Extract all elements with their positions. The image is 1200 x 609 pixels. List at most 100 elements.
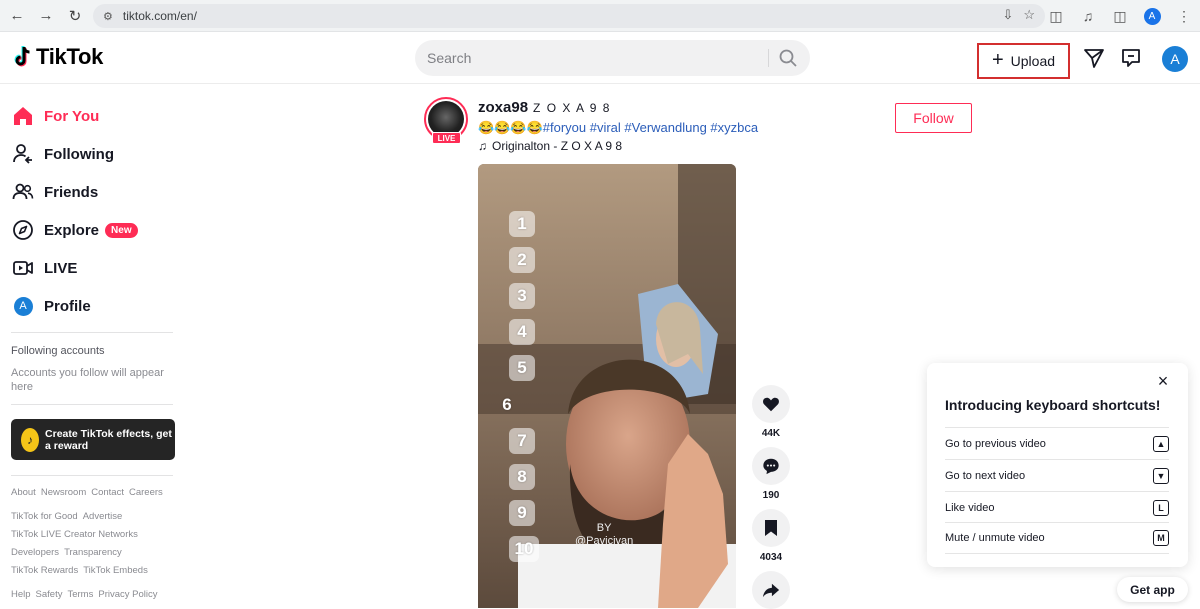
upload-label: Upload — [1010, 53, 1056, 69]
upload-button[interactable]: + Upload — [977, 43, 1070, 79]
sidebar-item-label: Friends — [44, 183, 99, 201]
address-bar[interactable]: ⚙ tiktok.com/en/ ⇩ ☆ — [93, 4, 1045, 28]
following-accounts-title: Following accounts — [11, 345, 105, 357]
overlay-number: 10 — [509, 536, 539, 562]
live-icon — [13, 261, 33, 275]
send-icon[interactable] — [1083, 47, 1105, 69]
footer-row: Help Safety Terms Privacy Policy — [11, 589, 157, 600]
friends-icon — [12, 183, 34, 200]
footer-link[interactable]: About — [11, 487, 36, 498]
footer-link[interactable]: Advertise — [83, 511, 123, 522]
sidebar-item-live[interactable]: LIVE — [12, 257, 77, 279]
caption-hashtags[interactable]: #foryou #viral #Verwandlung #xyzbca — [543, 120, 758, 135]
profile-avatar: A — [13, 296, 33, 316]
install-app-icon[interactable]: ⇩ — [1002, 7, 1013, 23]
footer-link[interactable]: TikTok for Good — [11, 511, 78, 522]
footer-row: TikTok for Good Advertise — [11, 511, 122, 522]
user-avatar[interactable]: A — [1162, 46, 1188, 72]
follow-button[interactable]: Follow — [895, 103, 972, 133]
video-watermark: BY @Pavicivan — [575, 522, 633, 548]
sidebar-item-explore[interactable]: Explore New — [12, 219, 138, 241]
forward-icon[interactable]: → — [33, 3, 59, 29]
shortcut-row: Mute / unmute video M — [945, 522, 1169, 554]
footer-link[interactable]: Help — [11, 589, 31, 600]
reload-icon[interactable]: ↻ — [62, 3, 88, 29]
footer-link[interactable]: Privacy Policy — [98, 589, 157, 600]
overlay-number: 5 — [509, 355, 535, 381]
footer-link[interactable]: TikTok Embeds — [83, 565, 148, 576]
browser-toolbar: ← → ↻ ⚙ tiktok.com/en/ ⇩ ☆ ◫ ♫ ◫ A ⋮ — [0, 0, 1200, 32]
sidebar-item-friends[interactable]: Friends — [12, 181, 98, 203]
footer-link[interactable]: Terms — [67, 589, 93, 600]
side-panel-icon[interactable]: ◫ — [1104, 0, 1136, 32]
plus-icon: + — [991, 49, 1004, 71]
tiktok-logo[interactable]: TikTok — [11, 44, 103, 70]
footer-row: About Newsroom Contact Careers — [11, 487, 163, 498]
save-button[interactable] — [752, 509, 790, 547]
footer-link[interactable]: Safety — [36, 589, 63, 600]
footer-link[interactable]: TikTok LIVE Creator Networks — [11, 529, 138, 540]
overlay-number: 3 — [509, 283, 535, 309]
music-link[interactable]: ♫ Originalton - Z O X A 9 8 — [478, 139, 622, 153]
video-player[interactable]: 1 2 3 4 5 6 7 8 9 10 BY @Pavicivan — [478, 164, 736, 608]
effects-banner-text: Create TikTok effects, get a reward — [45, 427, 172, 452]
footer-link[interactable]: Careers — [129, 487, 163, 498]
share-button[interactable] — [752, 571, 790, 609]
shortcut-label: Like video — [945, 501, 995, 514]
like-button[interactable] — [752, 385, 790, 423]
overlay-number: 6 — [502, 395, 512, 414]
like-count: 44K — [761, 428, 781, 439]
overlay-number: 2 — [509, 247, 535, 273]
keyboard-shortcuts-panel: × Introducing keyboard shortcuts! Go to … — [927, 363, 1188, 567]
shortcut-row: Go to previous video ▲ — [945, 427, 1169, 459]
sidebar-item-for-you[interactable]: For You — [12, 105, 99, 127]
browser-profile-avatar[interactable]: A — [1143, 7, 1161, 25]
browser-menu-icon[interactable]: ⋮ — [1168, 0, 1200, 32]
compass-icon — [13, 220, 33, 240]
extensions-icon[interactable]: ◫ — [1040, 0, 1072, 32]
footer-link[interactable]: Contact — [91, 487, 124, 498]
overlay-number: 9 — [509, 500, 535, 526]
footer-link[interactable]: TikTok Rewards — [11, 565, 78, 576]
save-count: 4034 — [759, 552, 783, 563]
search-input[interactable]: Search — [415, 40, 810, 76]
creator-username[interactable]: zoxa98 — [478, 99, 528, 116]
comment-button[interactable] — [752, 447, 790, 485]
site-info-icon[interactable]: ⚙ — [103, 10, 113, 23]
share-icon — [762, 583, 780, 598]
overlay-number: 4 — [509, 319, 535, 345]
site-header: TikTok Search + Upload A — [0, 32, 1200, 84]
media-controls-icon[interactable]: ♫ — [1072, 0, 1104, 32]
music-note-icon: ♫ — [478, 139, 487, 153]
search-divider — [768, 49, 769, 67]
close-icon[interactable]: × — [1154, 372, 1172, 390]
overlay-number: 8 — [509, 464, 535, 490]
bookmark-star-icon[interactable]: ☆ — [1023, 7, 1035, 23]
footer-link[interactable]: Transparency — [64, 547, 122, 558]
footer-link[interactable]: Newsroom — [41, 487, 86, 498]
inbox-icon[interactable] — [1120, 47, 1142, 69]
footer-row: TikTok Rewards TikTok Embeds — [11, 565, 148, 576]
sidebar-divider — [11, 475, 173, 476]
watermark-handle: @Pavicivan — [575, 535, 634, 547]
creator-name-row[interactable]: zoxa98 Z O X A 9 8 — [478, 99, 611, 116]
comment-icon — [763, 458, 779, 475]
following-icon — [13, 144, 32, 164]
sidebar-item-label: Following — [44, 145, 114, 163]
get-app-button[interactable]: Get app — [1117, 577, 1188, 602]
home-icon — [14, 107, 32, 125]
new-badge: New — [105, 222, 138, 238]
footer-row: TikTok LIVE Creator Networks — [11, 529, 138, 540]
sidebar-item-profile[interactable]: A Profile — [12, 295, 91, 317]
effects-banner[interactable]: ♪ Create TikTok effects, get a reward — [11, 419, 175, 460]
sidebar-item-label: Profile — [44, 297, 91, 315]
footer-link[interactable]: Developers — [11, 547, 59, 558]
url-text: tiktok.com/en/ — [122, 9, 197, 23]
search-icon[interactable] — [778, 48, 798, 68]
following-accounts-hint: Accounts you follow will appear here — [11, 367, 164, 393]
tiktok-wordmark: TikTok — [36, 44, 104, 69]
sidebar-divider — [11, 332, 173, 333]
sidebar-item-following[interactable]: Following — [12, 143, 114, 165]
shortcuts-title: Introducing keyboard shortcuts! — [945, 397, 1161, 413]
back-icon[interactable]: ← — [4, 3, 30, 29]
